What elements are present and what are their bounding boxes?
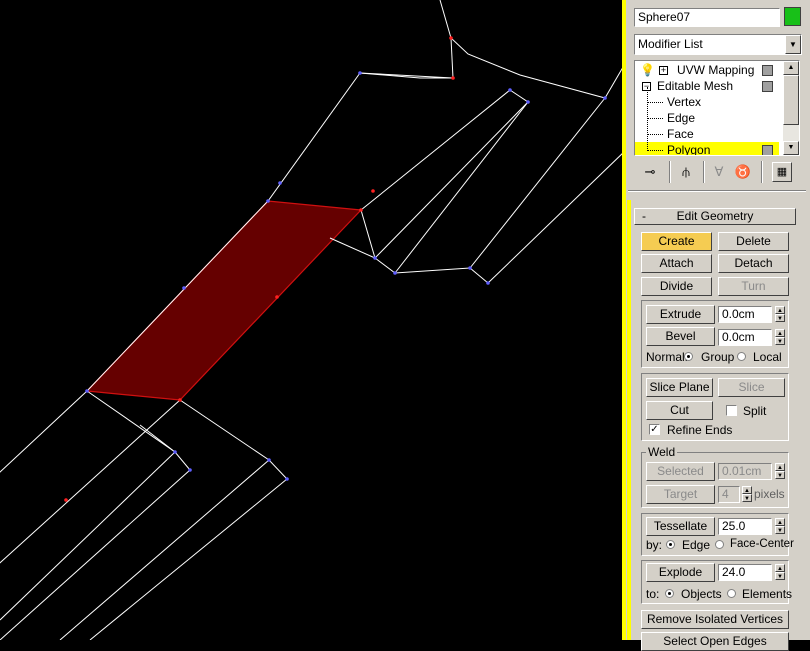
pixels-label: pixels xyxy=(754,487,785,501)
object-name-field[interactable]: Sphere07 xyxy=(634,8,780,27)
extrude-amount-field[interactable]: 0.0cm xyxy=(718,306,772,323)
scroll-up-button[interactable]: ▲ xyxy=(783,61,799,75)
bevel-button[interactable]: Bevel xyxy=(646,327,715,346)
modifier-list-dropdown[interactable]: Modifier List ▼ xyxy=(634,34,802,55)
tessellate-button[interactable]: Tessellate xyxy=(646,517,715,536)
tessellate-spinner[interactable]: ▲ ▼ xyxy=(775,518,785,535)
detach-button[interactable]: Detach xyxy=(718,254,789,273)
toolbar-divider xyxy=(669,161,671,183)
divide-button[interactable]: Divide xyxy=(641,277,712,296)
tessellate-by-label: by: xyxy=(646,538,663,552)
normal-local-radio[interactable] xyxy=(737,352,746,361)
turn-button[interactable]: Turn xyxy=(718,277,789,296)
stack-item-label: Polygon xyxy=(667,143,711,156)
configure-modifier-sets-icon[interactable]: ▦ xyxy=(772,162,792,182)
split-checkbox[interactable] xyxy=(726,405,737,416)
explode-angle-field[interactable]: 24.0 xyxy=(718,564,772,581)
tessellate-edge-label: Edge xyxy=(682,538,711,552)
lightbulb-icon[interactable]: 💡 xyxy=(640,62,655,78)
extrude-spinner[interactable]: ▲ ▼ xyxy=(775,306,785,323)
slice-button[interactable]: Slice xyxy=(718,378,785,397)
explode-spinner[interactable]: ▲ ▼ xyxy=(775,564,785,581)
delete-button[interactable]: Delete xyxy=(718,232,789,251)
modifier-stack[interactable]: 💡 + UVW Mapping − Editable Mesh Vertex E… xyxy=(634,60,800,156)
rollout-header-edit-geometry[interactable]: - Edit Geometry xyxy=(634,208,796,225)
explode-objects-label: Objects xyxy=(681,587,722,601)
create-button[interactable]: Create xyxy=(641,232,712,251)
remove-modifier-icon[interactable]: ♉ xyxy=(734,163,752,181)
attach-button[interactable]: Attach xyxy=(641,254,712,273)
normal-local-label: Local xyxy=(753,350,782,364)
stack-item-label: Face xyxy=(667,127,694,141)
tree-branch xyxy=(647,150,663,151)
stack-item-label: Edge xyxy=(667,111,696,125)
stack-item-face[interactable]: Face xyxy=(635,126,765,142)
scroll-down-button[interactable]: ▼ xyxy=(783,141,799,155)
stack-scrollbar[interactable]: ▲ ▼ xyxy=(783,61,799,155)
select-open-edges-button[interactable]: Select Open Edges xyxy=(641,632,789,651)
weld-threshold-field[interactable]: 0.01cm xyxy=(718,463,772,480)
extrude-button[interactable]: Extrude xyxy=(646,305,715,324)
stack-item-edge[interactable]: Edge xyxy=(635,110,765,126)
tree-branch xyxy=(647,134,663,135)
normal-group-label: Group xyxy=(701,350,735,364)
tree-branch xyxy=(647,118,663,119)
object-color-swatch[interactable] xyxy=(784,7,801,26)
weld-target-pixels-field[interactable]: 4 xyxy=(718,486,740,503)
panel-separator xyxy=(628,190,806,192)
explode-button[interactable]: Explode xyxy=(646,563,715,582)
slice-plane-button[interactable]: Slice Plane xyxy=(646,378,713,397)
tree-branch xyxy=(647,102,663,103)
tree-line xyxy=(647,87,648,151)
command-panel: Sphere07 Modifier List ▼ 💡 + UVW Mapping… xyxy=(626,0,810,651)
weld-target-spinner[interactable]: ▲ ▼ xyxy=(742,486,752,503)
toolbar-divider xyxy=(703,161,705,183)
chevron-down-icon[interactable]: ▼ xyxy=(785,35,801,54)
normal-label: Normal: xyxy=(646,350,689,364)
stack-item-label: Editable Mesh xyxy=(657,79,734,93)
rollout-frame xyxy=(627,200,631,640)
explode-to-label: to: xyxy=(646,587,660,601)
stack-item-label: Vertex xyxy=(667,95,702,109)
scroll-thumb[interactable] xyxy=(783,75,799,125)
explode-elements-label: Elements xyxy=(742,587,793,601)
explode-objects-radio[interactable] xyxy=(665,589,674,598)
stack-item-editable-mesh[interactable]: − Editable Mesh xyxy=(635,78,773,94)
weld-target-button[interactable]: Target xyxy=(646,485,715,504)
pin-stack-icon[interactable]: ⊸ xyxy=(641,163,659,181)
weld-label: Weld xyxy=(646,445,678,459)
weld-threshold-spinner[interactable]: ▲ ▼ xyxy=(775,463,785,480)
tessellate-tension-field[interactable]: 25.0 xyxy=(718,518,772,535)
mesh-edges xyxy=(0,0,626,640)
explode-elements-radio[interactable] xyxy=(727,589,736,598)
cut-button[interactable]: Cut xyxy=(646,401,713,420)
selected-polygon xyxy=(85,200,363,401)
normal-group-radio[interactable] xyxy=(684,352,693,361)
modifier-toggle-box[interactable] xyxy=(762,81,773,92)
stack-item-vertex[interactable]: Vertex xyxy=(635,94,765,110)
tessellate-face-center-radio[interactable] xyxy=(715,540,724,549)
stack-item-label: UVW Mapping xyxy=(677,63,755,77)
toolbar-divider xyxy=(761,161,763,183)
rollout-title: Edit Geometry xyxy=(676,209,754,223)
weld-selected-button[interactable]: Selected xyxy=(646,462,715,481)
modifier-toggle-box[interactable] xyxy=(762,145,773,155)
viewport[interactable] xyxy=(0,0,626,640)
expand-icon[interactable]: + xyxy=(659,66,668,75)
remove-isolated-vertices-button[interactable]: Remove Isolated Vertices xyxy=(641,610,789,629)
modifier-list-label: Modifier List xyxy=(638,37,703,51)
tessellate-face-center-label: Face-Center xyxy=(730,538,794,550)
refine-ends-checkbox[interactable]: ✓ xyxy=(649,424,660,435)
refine-ends-label: Refine Ends xyxy=(667,423,733,437)
bevel-amount-field[interactable]: 0.0cm xyxy=(718,329,772,346)
modifier-active-icon[interactable]: ⫛ xyxy=(677,163,695,181)
make-unique-icon[interactable]: ∀ xyxy=(710,163,728,181)
modifier-toggle-box[interactable] xyxy=(762,65,773,76)
stack-item-polygon[interactable]: Polygon xyxy=(635,142,779,156)
bevel-spinner[interactable]: ▲ ▼ xyxy=(775,329,785,346)
tessellate-edge-radio[interactable] xyxy=(666,540,675,549)
stack-item-uvw-mapping[interactable]: 💡 + UVW Mapping xyxy=(635,62,773,78)
wireframe-mesh[interactable] xyxy=(0,0,626,640)
split-label: Split xyxy=(743,404,767,418)
